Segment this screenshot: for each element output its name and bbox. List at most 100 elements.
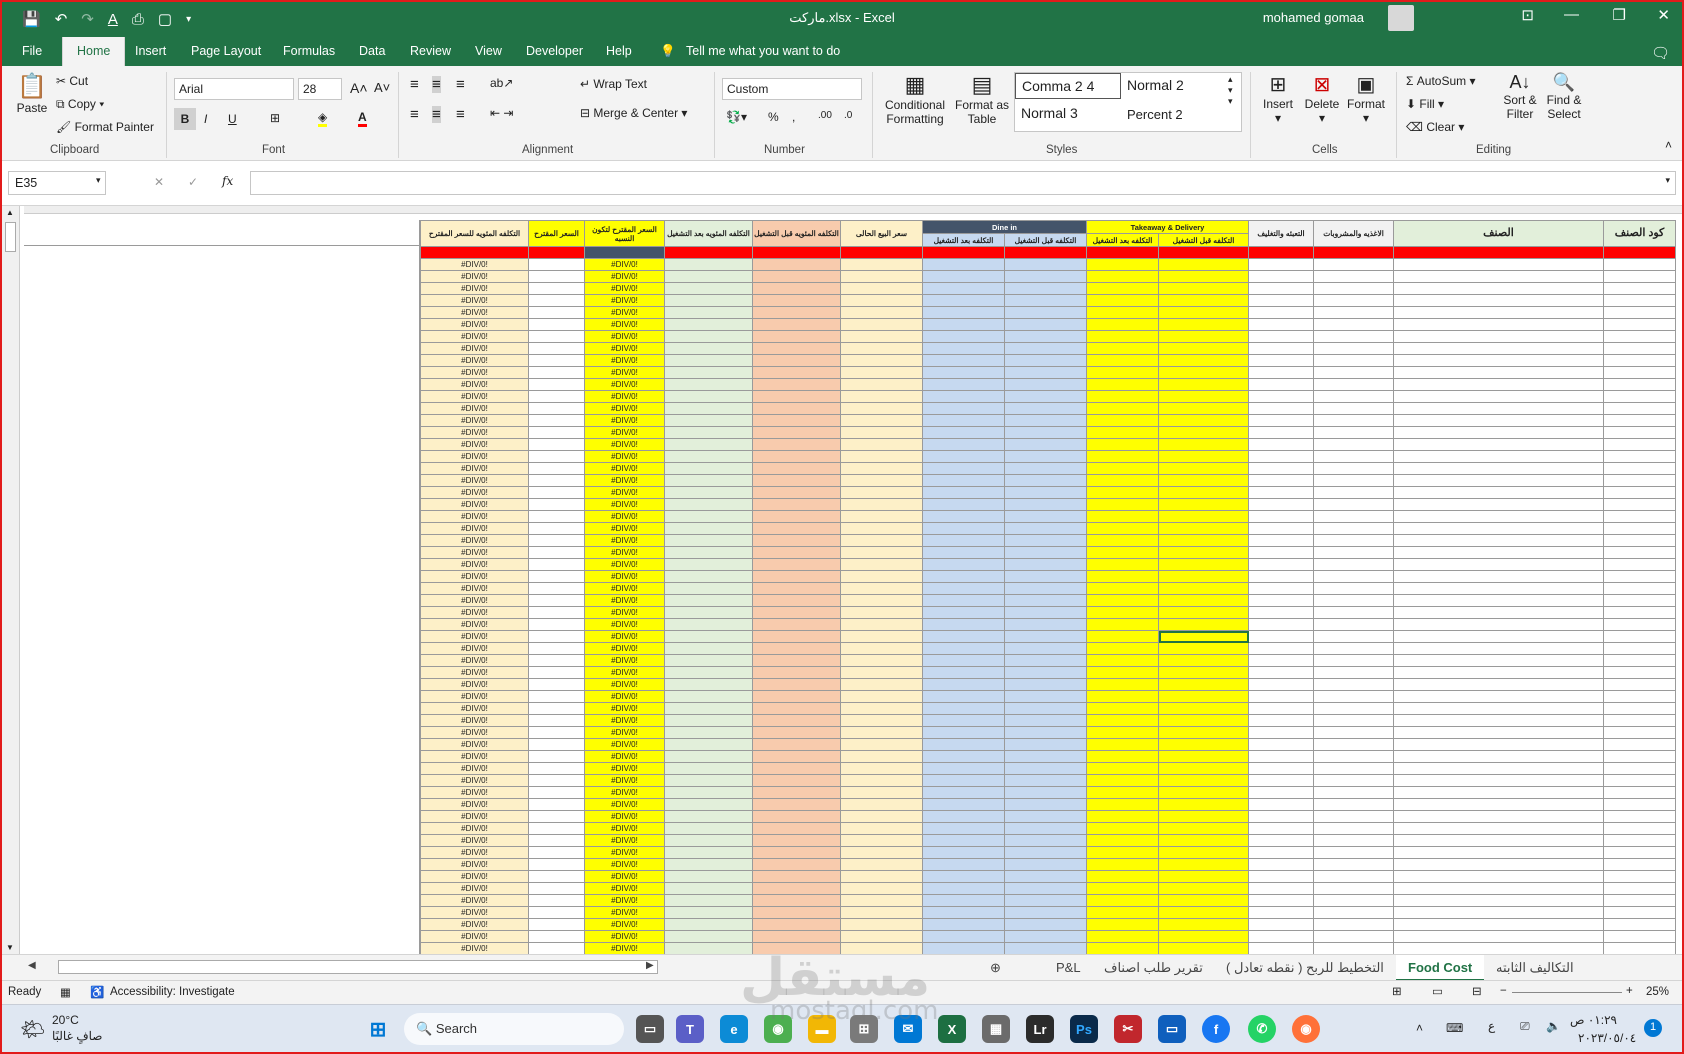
style-normal-2[interactable]: Normal 2 — [1121, 73, 1190, 97]
minimize-icon[interactable]: — — [1564, 6, 1579, 23]
table-cell[interactable] — [922, 786, 1005, 799]
table-cell[interactable]: #DIV/0! — [420, 726, 529, 739]
table-cell[interactable] — [528, 354, 585, 367]
find-select-button[interactable]: 🔍 Find & Select — [1542, 72, 1586, 121]
table-cell[interactable] — [1004, 942, 1087, 954]
table-cell[interactable]: #DIV/0! — [584, 882, 665, 895]
table-cell[interactable] — [1603, 294, 1676, 307]
table-cell[interactable] — [1086, 642, 1159, 655]
table-cell[interactable] — [1603, 534, 1676, 547]
table-cell[interactable] — [1004, 750, 1087, 763]
table-cell[interactable] — [1004, 522, 1087, 535]
format-cells-button[interactable]: ▣ Format ▾ — [1344, 72, 1388, 125]
table-cell[interactable] — [922, 750, 1005, 763]
table-cell[interactable] — [922, 462, 1005, 475]
table-cell[interactable]: #DIV/0! — [420, 462, 529, 475]
table-cell[interactable] — [528, 474, 585, 487]
table-cell[interactable] — [840, 846, 923, 859]
table-cell[interactable] — [1393, 822, 1604, 835]
table-cell[interactable] — [752, 726, 841, 739]
table-cell[interactable] — [1313, 678, 1394, 691]
table-cell[interactable]: #DIV/0! — [420, 450, 529, 463]
table-cell[interactable] — [1086, 582, 1159, 595]
sheet-tab-pl[interactable]: P&L — [1056, 960, 1081, 975]
table-cell[interactable] — [752, 858, 841, 871]
table-cell[interactable] — [1158, 522, 1249, 535]
table-cell[interactable]: #DIV/0! — [584, 666, 665, 679]
table-cell[interactable] — [1086, 678, 1159, 691]
table-cell[interactable] — [1158, 654, 1249, 667]
table-cell[interactable]: #DIV/0! — [584, 426, 665, 439]
table-cell[interactable] — [1603, 906, 1676, 919]
table-cell[interactable] — [664, 294, 753, 307]
table-cell[interactable] — [664, 714, 753, 727]
table-cell[interactable] — [664, 786, 753, 799]
table-cell[interactable] — [664, 858, 753, 871]
scroll-thumb[interactable] — [5, 222, 16, 252]
table-cell[interactable] — [1248, 318, 1314, 331]
table-cell[interactable] — [1248, 642, 1314, 655]
table-cell[interactable] — [922, 642, 1005, 655]
table-cell[interactable] — [752, 690, 841, 703]
tab-data[interactable]: Data — [359, 44, 385, 58]
table-cell[interactable]: #DIV/0! — [420, 870, 529, 883]
table-cell[interactable] — [1086, 726, 1159, 739]
table-cell[interactable] — [1313, 426, 1394, 439]
table-cell[interactable] — [664, 918, 753, 931]
table-cell[interactable] — [1086, 534, 1159, 547]
table-cell[interactable] — [1086, 270, 1159, 283]
table-cell[interactable] — [1158, 294, 1249, 307]
table-cell[interactable]: #DIV/0! — [584, 606, 665, 619]
table-cell[interactable] — [922, 270, 1005, 283]
table-cell[interactable] — [1393, 486, 1604, 499]
table-cell[interactable] — [1248, 414, 1314, 427]
indent-icon[interactable]: ⇤ ⇥ — [490, 106, 513, 120]
table-cell[interactable] — [528, 462, 585, 475]
table-cell[interactable]: #DIV/0! — [584, 750, 665, 763]
table-cell[interactable]: #DIV/0! — [420, 498, 529, 511]
table-cell[interactable] — [1158, 846, 1249, 859]
table-cell[interactable] — [528, 294, 585, 307]
table-cell[interactable] — [528, 510, 585, 523]
table-cell[interactable] — [1248, 618, 1314, 631]
table-cell[interactable] — [1086, 942, 1159, 954]
table-cell[interactable]: #DIV/0! — [584, 870, 665, 883]
table-cell[interactable] — [528, 630, 585, 643]
table-cell[interactable] — [528, 366, 585, 379]
table-cell[interactable] — [1393, 750, 1604, 763]
table-cell[interactable] — [528, 342, 585, 355]
tab-page-layout[interactable]: Page Layout — [191, 44, 261, 58]
table-cell[interactable] — [664, 726, 753, 739]
table-cell[interactable] — [1393, 438, 1604, 451]
table-cell[interactable] — [664, 498, 753, 511]
increase-font-icon[interactable]: A˄ — [350, 80, 368, 96]
table-cell[interactable] — [1393, 354, 1604, 367]
table-cell[interactable] — [1086, 894, 1159, 907]
table-cell[interactable] — [528, 582, 585, 595]
table-cell[interactable]: #DIV/0! — [584, 354, 665, 367]
table-cell[interactable] — [1603, 258, 1676, 271]
table-cell[interactable] — [1158, 330, 1249, 343]
table-cell[interactable] — [664, 798, 753, 811]
table-cell[interactable]: #DIV/0! — [584, 450, 665, 463]
table-cell[interactable]: #DIV/0! — [420, 582, 529, 595]
table-cell[interactable] — [752, 654, 841, 667]
table-cell[interactable] — [1248, 510, 1314, 523]
table-cell[interactable] — [922, 798, 1005, 811]
header-packaging[interactable]: التعبئه والتغليف — [1248, 220, 1314, 247]
table-cell[interactable] — [922, 294, 1005, 307]
table-cell[interactable] — [1248, 870, 1314, 883]
table-cell[interactable]: #DIV/0! — [420, 882, 529, 895]
table-cell[interactable] — [528, 774, 585, 787]
table-cell[interactable] — [922, 690, 1005, 703]
table-cell[interactable] — [1313, 882, 1394, 895]
table-cell[interactable] — [1603, 522, 1676, 535]
table-cell[interactable] — [1603, 378, 1676, 391]
table-cell[interactable] — [840, 330, 923, 343]
clock-time[interactable]: ٠١:٢٩ ص — [1570, 1013, 1617, 1027]
table-cell[interactable] — [1158, 678, 1249, 691]
table-cell[interactable] — [1393, 690, 1604, 703]
table-cell[interactable] — [752, 558, 841, 571]
table-cell[interactable] — [1248, 774, 1314, 787]
table-cell[interactable] — [1004, 870, 1087, 883]
